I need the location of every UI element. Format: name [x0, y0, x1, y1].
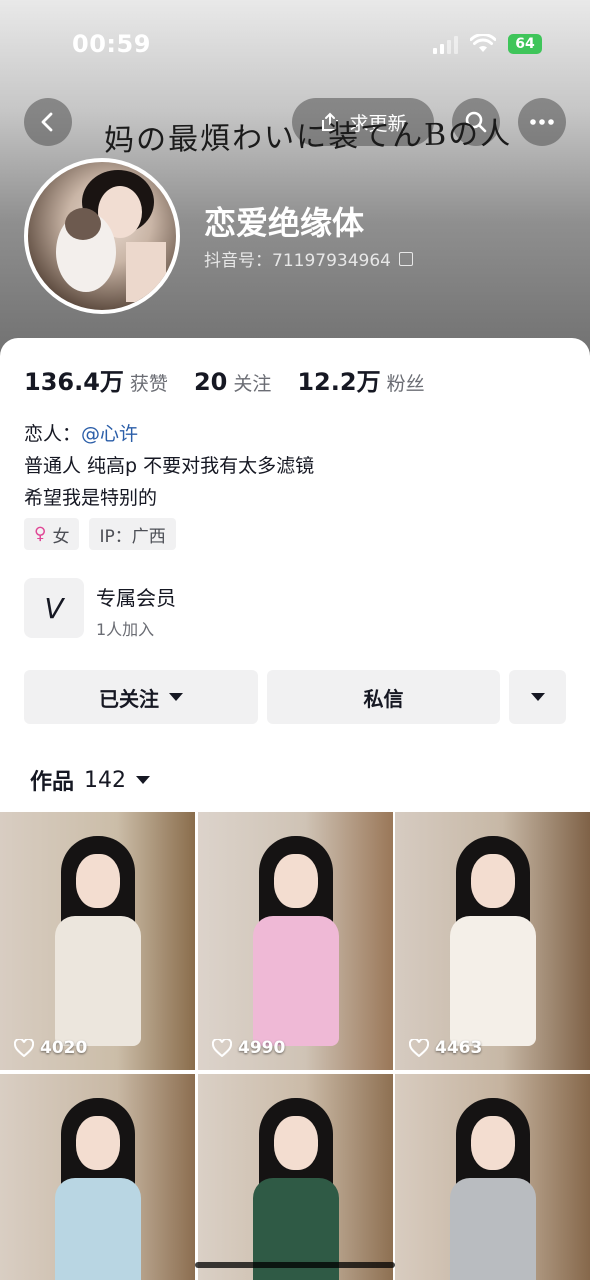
membership-subtitle: 1人加入	[96, 620, 155, 639]
more-button[interactable]	[518, 98, 566, 146]
video-thumbnail[interactable]	[198, 1074, 393, 1280]
heart-icon	[14, 1039, 34, 1057]
bio-line-2: 普通人 纯高p 不要对我有太多滤镜	[24, 455, 315, 477]
back-button[interactable]	[24, 98, 72, 146]
heart-icon	[409, 1039, 429, 1057]
status-time: 00:59	[72, 30, 151, 58]
works-grid: 4020 4990 4463	[0, 812, 590, 1280]
gender-tag: ♀ 女	[24, 518, 80, 550]
wifi-icon	[470, 34, 496, 52]
stat-likes-value: 136.4万	[24, 368, 124, 396]
heart-icon	[212, 1039, 232, 1057]
avatar[interactable]	[24, 158, 180, 314]
gender-label: 女	[52, 526, 70, 547]
like-count-value: 4990	[238, 1038, 286, 1058]
douyin-id[interactable]: 抖音号：71197934964	[204, 246, 413, 271]
profile-actions: 已关注 私信	[24, 670, 566, 724]
signal-icon	[433, 34, 458, 54]
username: 恋爱绝缘体	[204, 204, 365, 242]
stat-following[interactable]: 20 关注	[194, 368, 271, 396]
like-count-value: 4463	[435, 1038, 483, 1058]
status-bar: 00:59 64	[0, 0, 590, 90]
stat-followers[interactable]: 12.2万 粉丝	[297, 362, 424, 397]
bio-line-1: 恋人：@心许	[24, 418, 314, 450]
bio-line-3: 希望我是特别的	[24, 487, 158, 509]
stat-likes[interactable]: 136.4万 获赞	[24, 362, 168, 397]
like-count: 4990	[212, 1038, 285, 1058]
bio: 恋人：@心许 普通人 纯高p 不要对我有太多滤镜 希望我是特别的	[24, 418, 314, 514]
more-icon	[530, 119, 554, 125]
exclusive-membership[interactable]: V 专属会员 1人加入	[24, 578, 564, 640]
avatar-photo	[56, 170, 166, 302]
profile-header: 00:59 64 求更新 妈の最煩わいに装てんBの人 恋爱绝缘体 抖音号：711…	[0, 0, 590, 370]
ip-tag: IP：广西	[89, 518, 176, 550]
status-icons: 64	[433, 32, 542, 56]
chevron-down-icon	[136, 776, 151, 784]
video-thumbnail[interactable]: 4020	[0, 812, 195, 1070]
home-indicator[interactable]	[195, 1262, 395, 1268]
like-count: 4463	[409, 1038, 482, 1058]
female-icon: ♀	[34, 524, 47, 544]
copy-icon[interactable]	[398, 251, 413, 266]
stat-likes-label: 获赞	[129, 373, 168, 395]
works-label: 作品	[30, 770, 75, 795]
back-icon	[41, 112, 53, 132]
stat-followers-label: 粉丝	[386, 373, 425, 395]
handwritten-overlay: 妈の最煩わいに装てんBの人	[103, 116, 513, 159]
stat-following-value: 20	[193, 368, 228, 396]
ip-label: IP：广西	[99, 526, 166, 547]
video-thumbnail[interactable]: 4990	[198, 812, 393, 1070]
works-tab[interactable]: 作品 142	[30, 764, 151, 796]
following-label: 已关注	[99, 686, 159, 711]
profile-tags: ♀ 女 IP：广西	[24, 518, 176, 550]
message-button[interactable]: 私信	[267, 670, 500, 724]
works-count: 142	[84, 767, 127, 793]
chevron-down-icon	[169, 693, 183, 701]
video-thumbnail[interactable]	[395, 1074, 590, 1280]
membership-logo-icon: V	[24, 578, 84, 638]
following-button[interactable]: 已关注	[24, 670, 258, 724]
like-count-value: 4020	[40, 1038, 88, 1058]
video-thumbnail[interactable]: 4463	[395, 812, 590, 1070]
bio-mention-link[interactable]: @心许	[81, 423, 138, 445]
chevron-down-icon	[530, 693, 545, 701]
like-count: 4020	[14, 1038, 87, 1058]
more-actions-button[interactable]	[509, 670, 566, 724]
stat-following-label: 关注	[233, 373, 272, 395]
profile-stats: 136.4万 获赞 20 关注 12.2万 粉丝	[24, 362, 425, 397]
video-thumbnail[interactable]	[0, 1074, 195, 1280]
bio-lover-prefix: 恋人：	[24, 423, 82, 445]
battery-icon: 64	[508, 34, 542, 54]
douyin-id-text: 抖音号：71197934964	[204, 251, 391, 271]
membership-title: 专属会员	[96, 586, 176, 610]
message-label: 私信	[363, 686, 404, 711]
stat-followers-value: 12.2万	[297, 368, 381, 396]
